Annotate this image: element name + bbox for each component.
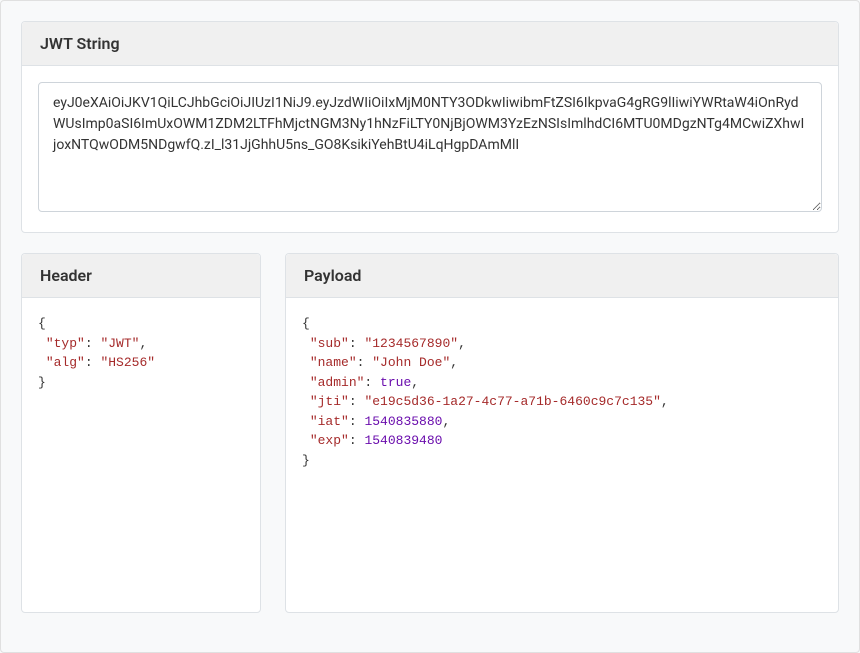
jwt-input[interactable]: [38, 82, 822, 212]
main-container: JWT String Header { "typ": "JWT", "alg":…: [0, 0, 860, 653]
payload-panel-body: { "sub": "1234567890", "name": "John Doe…: [286, 298, 838, 610]
payload-panel: Payload { "sub": "1234567890", "name": "…: [285, 253, 839, 613]
header-panel: Header { "typ": "JWT", "alg": "HS256" }: [21, 253, 261, 613]
header-panel-body: { "typ": "JWT", "alg": "HS256" }: [22, 298, 260, 610]
header-panel-title: Header: [22, 254, 260, 298]
jwt-panel-title: JWT String: [22, 22, 838, 66]
payload-json: { "sub": "1234567890", "name": "John Doe…: [302, 314, 822, 470]
header-json: { "typ": "JWT", "alg": "HS256" }: [38, 314, 244, 392]
decoded-row: Header { "typ": "JWT", "alg": "HS256" } …: [21, 253, 839, 633]
jwt-string-panel: JWT String: [21, 21, 839, 233]
payload-panel-title: Payload: [286, 254, 838, 298]
jwt-panel-body: [22, 66, 838, 232]
